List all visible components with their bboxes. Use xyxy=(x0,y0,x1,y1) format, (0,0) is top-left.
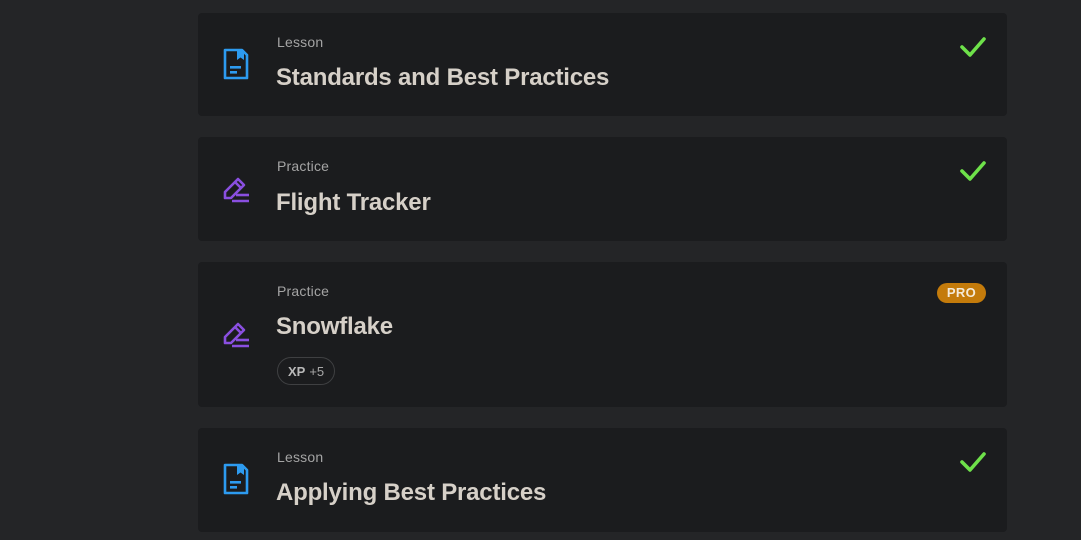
item-title: Flight Tracker xyxy=(276,189,431,216)
item-title: Standards and Best Practices xyxy=(276,64,610,91)
practice-pencil-icon xyxy=(220,318,252,350)
item-title: Snowflake xyxy=(276,313,393,340)
item-kind-label: Lesson xyxy=(277,449,324,465)
list-item-standards-and-best-practices[interactable]: Lesson Standards and Best Practices xyxy=(198,13,1007,116)
lesson-doc-icon xyxy=(220,48,252,80)
xp-reward-badge: XP +5 xyxy=(277,357,336,385)
item-title: Applying Best Practices xyxy=(276,479,547,506)
pro-badge: PRO xyxy=(936,283,986,303)
xp-label: XP xyxy=(288,364,306,379)
list-item-snowflake[interactable]: Practice Snowflake PRO XP +5 xyxy=(198,262,1007,407)
practice-pencil-icon xyxy=(220,173,252,205)
item-kind-label: Practice xyxy=(277,158,330,174)
lesson-doc-icon xyxy=(220,463,252,495)
completed-check-icon xyxy=(959,159,987,183)
completed-check-icon xyxy=(959,35,987,59)
xp-value: +5 xyxy=(309,364,325,379)
completed-check-icon xyxy=(959,450,987,474)
list-item-applying-best-practices[interactable]: Lesson Applying Best Practices xyxy=(198,428,1007,532)
list-item-flight-tracker[interactable]: Practice Flight Tracker xyxy=(198,137,1007,241)
item-kind-label: Lesson xyxy=(277,34,324,50)
item-kind-label: Practice xyxy=(277,283,330,299)
